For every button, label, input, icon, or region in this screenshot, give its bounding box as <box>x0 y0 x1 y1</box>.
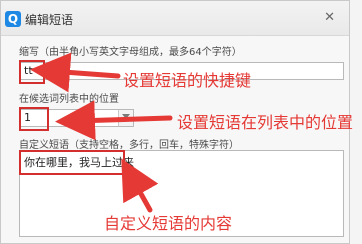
screenshot-page: Q 编辑短语 ✕ 缩写（由半角小写英文字母组成，最多64个字符） tt 在候选词… <box>0 0 362 244</box>
annotation-arrows <box>30 52 173 213</box>
content-arrow <box>121 158 159 213</box>
shortcut-arrow <box>30 52 121 93</box>
position-arrow <box>55 100 173 141</box>
